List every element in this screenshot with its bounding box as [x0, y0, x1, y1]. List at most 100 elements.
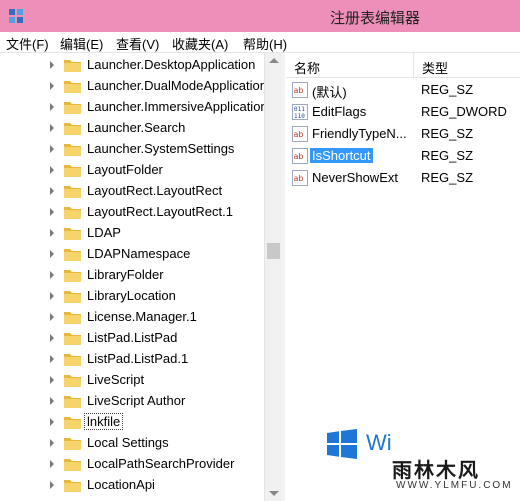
- tree-item[interactable]: LDAP: [0, 223, 264, 244]
- tree-item[interactable]: Launcher.SystemSettings: [0, 139, 264, 160]
- tree-item-label: lnkfile: [83, 413, 124, 430]
- value-type: REG_SZ: [421, 148, 474, 163]
- tree-item[interactable]: Local Settings: [0, 433, 264, 454]
- scroll-up-arrow-icon[interactable]: [269, 58, 279, 63]
- scroll-down-arrow-icon[interactable]: [269, 491, 279, 496]
- expand-arrow-icon[interactable]: [50, 397, 54, 405]
- menu-help[interactable]: 帮助(H): [243, 34, 287, 53]
- expand-arrow-icon[interactable]: [50, 439, 54, 447]
- tree-item[interactable]: ListPad.ListPad.1: [0, 349, 264, 370]
- folder-icon: [64, 165, 81, 177]
- tree-item[interactable]: lnkfile: [0, 412, 264, 433]
- expand-arrow-icon[interactable]: [50, 418, 54, 426]
- svg-text:ab: ab: [294, 152, 304, 161]
- tree-item[interactable]: Launcher.Search: [0, 118, 264, 139]
- title-bar[interactable]: 注册表编辑器: [0, 0, 520, 32]
- expand-arrow-icon[interactable]: [50, 208, 54, 216]
- folder-icon: [64, 207, 81, 219]
- tree-item-label: LayoutFolder: [87, 162, 163, 177]
- expand-arrow-icon[interactable]: [50, 334, 54, 342]
- tree-item[interactable]: Launcher.DesktopApplication: [0, 55, 264, 76]
- menu-file[interactable]: 文件(F): [6, 34, 49, 53]
- expand-arrow-icon[interactable]: [50, 250, 54, 258]
- expand-arrow-icon[interactable]: [50, 229, 54, 237]
- value-type: REG_SZ: [421, 126, 474, 141]
- tree-item[interactable]: LayoutRect.LayoutRect: [0, 181, 264, 202]
- value-name: IsShortcut: [310, 148, 373, 163]
- expand-arrow-icon[interactable]: [50, 187, 54, 195]
- folder-icon: [64, 438, 81, 450]
- expand-arrow-icon[interactable]: [50, 82, 54, 90]
- value-row[interactable]: ab IsShortcut REG_SZ: [286, 145, 520, 167]
- tree-item[interactable]: LibraryLocation: [0, 286, 264, 307]
- tree-item-label: Local Settings: [87, 435, 169, 450]
- column-header-label: 名称: [294, 61, 321, 76]
- column-header-label: 类型: [422, 61, 449, 76]
- svg-text:110: 110: [294, 113, 305, 120]
- folder-icon: [64, 270, 81, 282]
- tree-item-label: Launcher.SystemSettings: [87, 141, 235, 156]
- folder-icon: [64, 312, 81, 324]
- column-header-name[interactable]: 名称: [286, 53, 414, 78]
- expand-arrow-icon[interactable]: [50, 61, 54, 69]
- binary-value-icon: 011110: [292, 104, 308, 120]
- expand-arrow-icon[interactable]: [50, 313, 54, 321]
- expand-arrow-icon[interactable]: [50, 271, 54, 279]
- watermark-url: WWW.YLMFU.COM: [396, 480, 513, 491]
- value-name: (默认): [312, 85, 347, 100]
- tree-item[interactable]: LDAPNamespace: [0, 244, 264, 265]
- tree-item-label: LayoutRect.LayoutRect.1: [87, 204, 233, 219]
- expand-arrow-icon[interactable]: [50, 103, 54, 111]
- tree-item-label: LocalPathSearchProvider: [87, 456, 235, 471]
- tree-item[interactable]: LibraryFolder: [0, 265, 264, 286]
- menu-favorites[interactable]: 收藏夹(A): [172, 34, 228, 53]
- expand-arrow-icon[interactable]: [50, 292, 54, 300]
- tree-item[interactable]: ListPad.ListPad: [0, 328, 264, 349]
- registry-values-list[interactable]: 名称 类型 ab (默认) REG_SZ 011 110 EditFlags REG_DWO…: [286, 53, 520, 501]
- registry-key-tree[interactable]: Launcher.DesktopApplication Launcher.Dua…: [0, 53, 282, 501]
- value-row[interactable]: ab (默认) REG_SZ: [286, 79, 520, 101]
- scrollbar-thumb[interactable]: [267, 243, 280, 259]
- svg-text:ab: ab: [294, 130, 304, 139]
- tree-scrollbar[interactable]: [264, 53, 282, 501]
- value-name: NeverShowExt: [312, 170, 398, 185]
- folder-icon: [64, 186, 81, 198]
- folder-icon: [64, 144, 81, 156]
- expand-arrow-icon[interactable]: [50, 124, 54, 132]
- value-row[interactable]: ab FriendlyTypeN... REG_SZ: [286, 123, 520, 145]
- expand-arrow-icon[interactable]: [50, 166, 54, 174]
- column-header-type[interactable]: 类型: [414, 53, 520, 78]
- expand-arrow-icon[interactable]: [50, 355, 54, 363]
- value-row[interactable]: ab NeverShowExt REG_SZ: [286, 167, 520, 189]
- folder-icon: [64, 396, 81, 408]
- watermark-brand: 雨林木风: [392, 460, 480, 482]
- tree-item[interactable]: LiveScript Author: [0, 391, 264, 412]
- value-type: REG_SZ: [421, 170, 474, 185]
- tree-item[interactable]: LayoutRect.LayoutRect.1: [0, 202, 264, 223]
- tree-item[interactable]: LocalPathSearchProvider: [0, 454, 264, 475]
- tree-item[interactable]: LayoutFolder: [0, 160, 264, 181]
- tree-item[interactable]: Launcher.DualModeApplication: [0, 76, 267, 97]
- tree-item[interactable]: License.Manager.1: [0, 307, 264, 328]
- expand-arrow-icon[interactable]: [50, 145, 54, 153]
- expand-arrow-icon[interactable]: [50, 376, 54, 384]
- tree-item[interactable]: Launcher.ImmersiveApplication: [0, 97, 268, 118]
- folder-icon: [64, 291, 81, 303]
- tree-item-label: LocationApi: [87, 477, 155, 492]
- folder-icon: [64, 102, 81, 114]
- tree-item-label: License.Manager.1: [87, 309, 197, 324]
- folder-icon: [64, 228, 81, 240]
- folder-icon: [64, 480, 81, 492]
- tree-item-label: Launcher.DesktopApplication: [87, 57, 256, 72]
- pane-splitter[interactable]: [282, 53, 285, 501]
- expand-arrow-icon[interactable]: [50, 460, 54, 468]
- tree-item[interactable]: LocationApi: [0, 475, 264, 496]
- tree-item-label: ListPad.ListPad: [87, 330, 178, 345]
- expand-arrow-icon[interactable]: [50, 481, 54, 489]
- value-row[interactable]: 011 110 EditFlags REG_DWORD: [286, 101, 520, 123]
- menu-edit[interactable]: 编辑(E): [60, 34, 103, 53]
- folder-icon: [64, 459, 81, 471]
- string-value-icon: ab: [292, 170, 308, 186]
- tree-item[interactable]: LiveScript: [0, 370, 264, 391]
- menu-view[interactable]: 查看(V): [116, 34, 159, 53]
